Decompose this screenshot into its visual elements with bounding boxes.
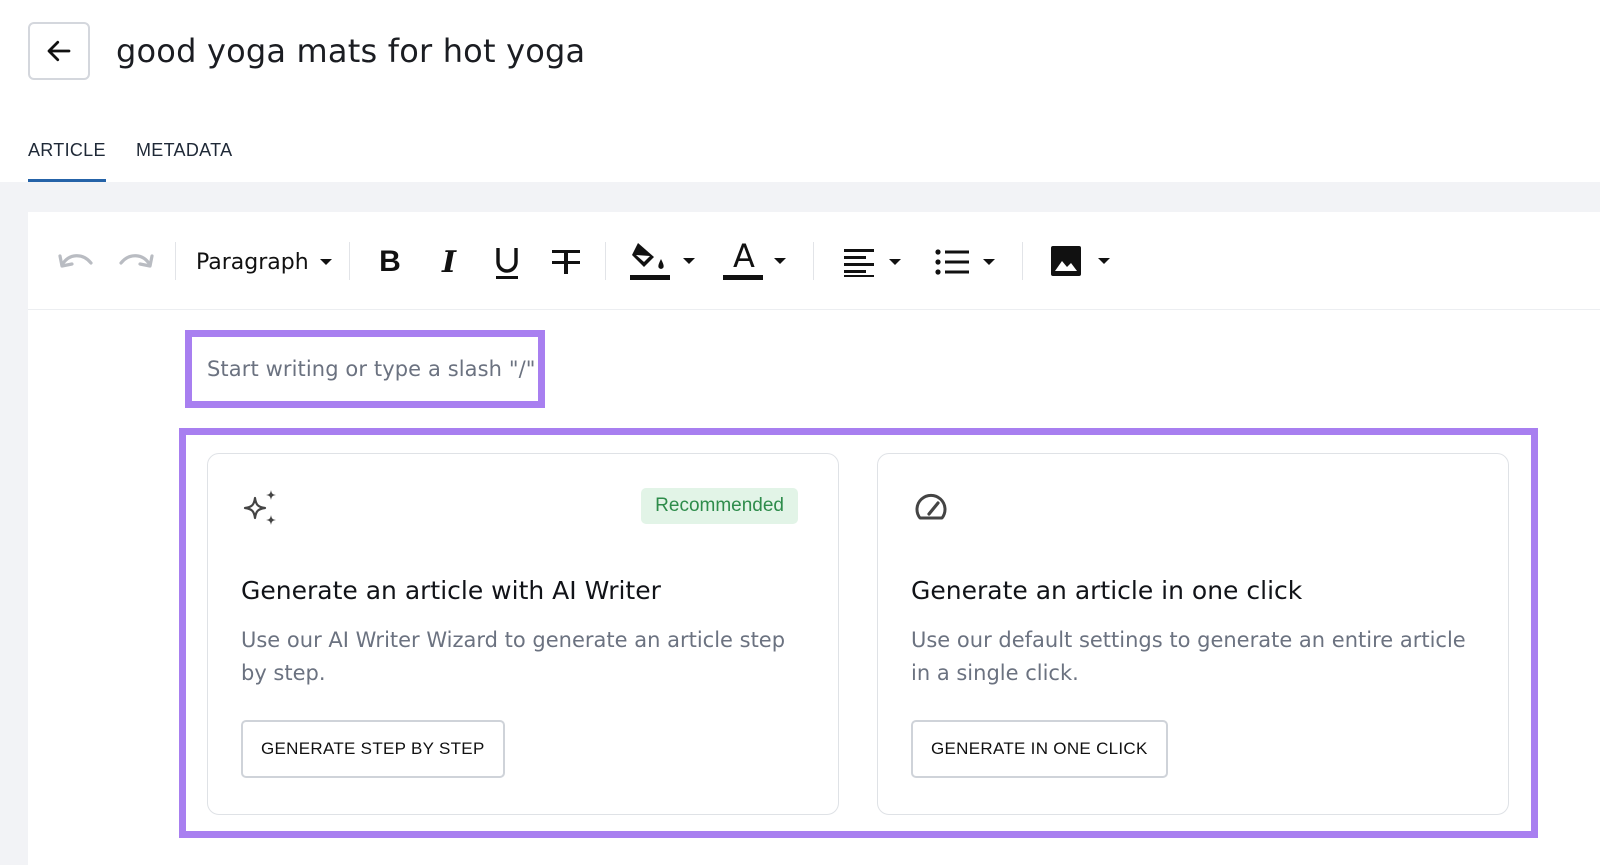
- block-format-label: Paragraph: [196, 249, 309, 275]
- bullet-list-icon: [935, 249, 969, 275]
- undo-icon: [58, 254, 93, 268]
- toolbar-divider: [813, 242, 814, 280]
- editor-input-highlight[interactable]: Start writing or type a slash "/": [185, 330, 545, 408]
- highlight-color-button[interactable]: [623, 238, 701, 284]
- arrow-left-icon: [47, 40, 71, 62]
- text-color-icon: A: [723, 237, 765, 283]
- card-description: Use our default settings to generate an …: [911, 628, 1466, 685]
- editor: Paragraph B I A Start writing or type a …: [28, 212, 1600, 865]
- highlight-color-icon: [630, 243, 670, 280]
- underline-icon: [496, 248, 518, 279]
- align-left-icon: [844, 249, 874, 277]
- caret-down-icon: [683, 258, 695, 264]
- toolbar-divider: [1022, 242, 1023, 280]
- ai-writer-card: Recommended Generate an article with AI …: [207, 453, 839, 815]
- recommended-badge: Recommended: [641, 488, 798, 524]
- back-button[interactable]: [28, 22, 90, 80]
- undo-button[interactable]: [56, 244, 96, 278]
- header: good yoga mats for hot yoga: [0, 0, 1600, 110]
- card-title: Generate an article in one click: [911, 576, 1303, 605]
- workspace: Paragraph B I A Start writing or type a …: [0, 182, 1600, 865]
- align-button[interactable]: [836, 242, 908, 282]
- sparkles-icon: [241, 488, 281, 533]
- insert-image-button[interactable]: [1042, 240, 1118, 282]
- page-title: good yoga mats for hot yoga: [116, 32, 586, 70]
- redo-icon: [119, 254, 154, 268]
- underline-button[interactable]: [490, 238, 524, 288]
- strikethrough-icon: [552, 250, 580, 274]
- list-button[interactable]: [928, 242, 1002, 282]
- generate-options-highlight: Recommended Generate an article with AI …: [179, 428, 1538, 838]
- generate-in-one-click-button[interactable]: GENERATE IN ONE CLICK: [911, 720, 1168, 778]
- caret-down-icon: [774, 258, 786, 264]
- caret-down-icon: [889, 259, 901, 265]
- toolbar-divider: [605, 242, 606, 280]
- card-title: Generate an article with AI Writer: [241, 576, 661, 605]
- text-color-button[interactable]: A: [718, 237, 792, 284]
- generate-step-by-step-button[interactable]: GENERATE STEP BY STEP: [241, 720, 505, 778]
- caret-down-icon: [983, 259, 995, 265]
- text-color-letter: A: [733, 237, 755, 275]
- strikethrough-button[interactable]: [548, 242, 584, 282]
- caret-down-icon: [319, 259, 332, 265]
- italic-icon: I: [441, 244, 457, 280]
- tab-article[interactable]: ARTICLE: [28, 120, 106, 182]
- editor-toolbar: Paragraph B I A: [28, 212, 1600, 310]
- text-color-swatch: [723, 275, 763, 280]
- block-format-select[interactable]: Paragraph: [196, 242, 333, 282]
- tab-bar: ARTICLE METADATA: [0, 120, 1600, 182]
- italic-button[interactable]: I: [432, 240, 466, 284]
- bold-button[interactable]: B: [373, 240, 407, 284]
- card-description: Use our AI Writer Wizard to generate an …: [241, 628, 786, 685]
- tab-metadata[interactable]: METADATA: [136, 120, 232, 182]
- toolbar-divider: [175, 242, 176, 280]
- toolbar-divider: [349, 242, 350, 280]
- one-click-card: Generate an article in one click Use our…: [877, 453, 1509, 815]
- speedometer-icon: [911, 488, 951, 533]
- image-icon: [1051, 246, 1081, 276]
- redo-button[interactable]: [116, 244, 156, 278]
- bold-icon: B: [379, 245, 401, 278]
- caret-down-icon: [1098, 258, 1110, 264]
- editor-placeholder: Start writing or type a slash "/": [207, 357, 536, 381]
